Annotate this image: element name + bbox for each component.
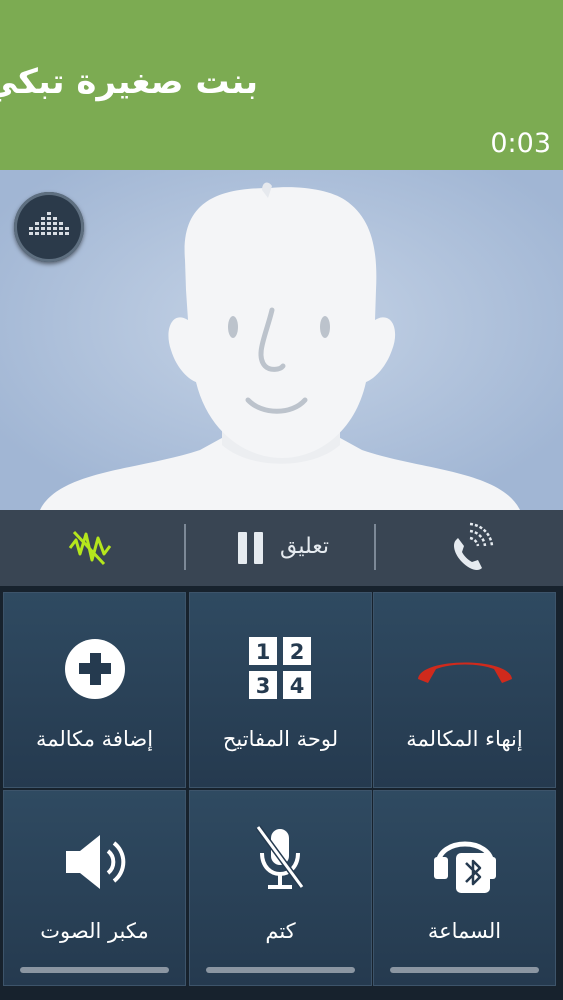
hd-call-button[interactable]: [376, 510, 563, 586]
keypad-button[interactable]: 1 2 3 4 لوحة المفاتيح: [189, 592, 372, 788]
in-call-options-bar: تعليق: [0, 510, 563, 586]
keypad-key-3: 3: [256, 674, 271, 698]
plus-circle-icon: [65, 639, 125, 699]
headset-button[interactable]: السماعة: [373, 790, 556, 986]
speaker-label: مكبر الصوت: [40, 919, 149, 943]
headset-status-bar: [390, 967, 539, 973]
mute-status-bar: [206, 967, 355, 973]
phone-signal-icon: [454, 522, 494, 570]
keypad-key-2: 2: [290, 640, 305, 664]
end-call-icon: [418, 662, 512, 683]
bluetooth-headset-icon: [434, 841, 496, 893]
hold-button[interactable]: تعليق: [186, 510, 374, 586]
pause-icon: [238, 532, 263, 564]
end-call-button[interactable]: إنهاء المكالمة: [373, 592, 556, 788]
mic-off-icon: [255, 825, 305, 889]
mute-label: كتم: [265, 919, 296, 943]
call-header: بنت صغيرة تبكي 0:03: [0, 0, 563, 170]
add-call-label: إضافة مكالمة: [35, 727, 154, 751]
equalizer-icon: [29, 212, 69, 235]
noise-reduction-button[interactable]: [0, 510, 184, 586]
keypad-key-1: 1: [256, 640, 271, 664]
keypad-key-4: 4: [290, 674, 305, 698]
call-actions-grid: إضافة مكالمة 1 2 3 4 لوحة المفاتيح إنهاء…: [0, 586, 563, 1000]
contact-photo: [0, 170, 563, 510]
keypad-label: لوحة المفاتيح: [222, 727, 339, 751]
mute-button[interactable]: كتم: [189, 790, 372, 986]
caller-name: بنت صغيرة تبكي: [0, 62, 258, 102]
add-call-button[interactable]: إضافة مكالمة: [3, 592, 186, 788]
speaker-icon: [66, 835, 126, 889]
speaker-button[interactable]: مكبر الصوت: [3, 790, 186, 986]
default-contact-avatar-icon: [0, 170, 563, 510]
end-call-label: إنهاء المكالمة: [406, 727, 523, 751]
keypad-icon: 1 2 3 4: [249, 637, 311, 699]
noise-reduction-icon: [68, 530, 112, 566]
equalizer-button[interactable]: [14, 192, 84, 262]
headset-label: السماعة: [427, 919, 502, 943]
call-duration: 0:03: [490, 128, 551, 159]
speaker-status-bar: [20, 967, 169, 973]
hold-label: تعليق: [280, 534, 330, 559]
